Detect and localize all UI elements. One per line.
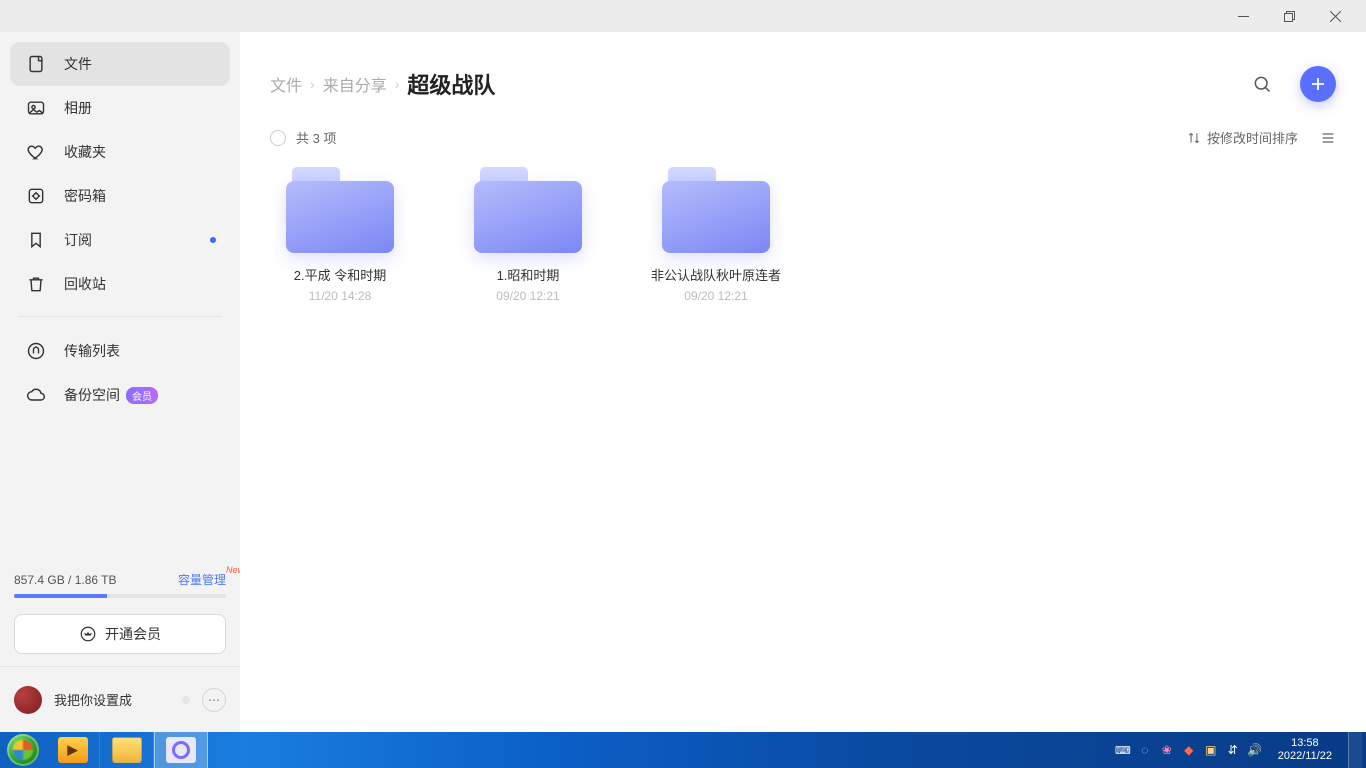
maximize-button[interactable] xyxy=(1266,0,1312,32)
tray-app-icon[interactable]: ▣ xyxy=(1204,743,1218,757)
user-row[interactable]: 我把你设置成 ⋯ xyxy=(0,666,240,732)
tray-icons: ⌨ ◌ ❀ ◆ ▣ ⇵ 🔊 xyxy=(1116,743,1262,757)
sidebar-item-label: 传输列表 xyxy=(64,341,120,361)
sidebar-item-transfer[interactable]: 传输列表 xyxy=(10,329,230,373)
folder-item[interactable]: 2.平成 令和时期 11/20 14:28 xyxy=(270,167,410,303)
folder-icon xyxy=(474,167,582,253)
show-desktop-button[interactable] xyxy=(1348,732,1362,768)
sidebar-item-trash[interactable]: 回收站 xyxy=(10,262,230,306)
user-name: 我把你设置成 xyxy=(54,690,170,709)
chevron-right-icon: › xyxy=(310,76,315,92)
status-dot xyxy=(182,696,190,704)
close-button[interactable] xyxy=(1312,0,1358,32)
crown-icon xyxy=(79,625,97,643)
storage-text: 857.4 GB / 1.86 TB xyxy=(14,573,117,587)
more-button[interactable]: ⋯ xyxy=(202,688,226,712)
sidebar-item-album[interactable]: 相册 xyxy=(10,86,230,130)
files-icon xyxy=(26,54,46,74)
taskbar-app-player[interactable]: ▶ xyxy=(46,732,100,768)
trash-icon xyxy=(26,274,46,294)
sidebar-item-label: 回收站 xyxy=(64,274,106,294)
select-all-checkbox[interactable] xyxy=(270,130,286,146)
folder-name: 1.昭和时期 xyxy=(458,267,598,285)
folder-date: 11/20 14:28 xyxy=(270,289,410,303)
tray-app-icon[interactable]: ❀ xyxy=(1160,743,1174,757)
sort-button[interactable]: 按修改时间排序 xyxy=(1187,128,1298,147)
bookmark-icon xyxy=(26,230,46,250)
item-count: 共 3 项 xyxy=(296,128,336,147)
taskbar-app-explorer[interactable] xyxy=(100,732,154,768)
sidebar-divider xyxy=(18,316,222,317)
folder-date: 09/20 12:21 xyxy=(646,289,786,303)
tray-network-icon[interactable]: ⇵ xyxy=(1226,743,1240,757)
cloud-icon xyxy=(26,385,46,405)
sidebar-item-label: 文件 xyxy=(64,54,92,74)
album-icon xyxy=(26,98,46,118)
folder-grid: 2.平成 令和时期 11/20 14:28 1.昭和时期 09/20 12:21… xyxy=(270,147,1336,303)
vip-badge: 会员 xyxy=(126,387,158,404)
content-area: 文件 › 来自分享 › 超级战队 共 3 项 xyxy=(240,32,1366,732)
sidebar-item-subscribe[interactable]: 订阅 xyxy=(10,218,230,262)
taskbar: ▶ ⌨ ◌ ❀ ◆ ▣ ⇵ 🔊 13:58 2022/11/22 xyxy=(0,732,1366,768)
notification-dot xyxy=(210,237,216,243)
sidebar-item-favorites[interactable]: 收藏夹 xyxy=(10,130,230,174)
search-button[interactable] xyxy=(1244,66,1280,102)
folder-name: 非公认战队秋叶原连者 xyxy=(646,267,786,285)
add-button[interactable] xyxy=(1300,66,1336,102)
sidebar-item-files[interactable]: 文件 xyxy=(10,42,230,86)
breadcrumb: 文件 › 来自分享 › 超级战队 xyxy=(270,68,495,100)
crumb-current: 超级战队 xyxy=(407,68,495,100)
sidebar-item-label: 相册 xyxy=(64,98,92,118)
sidebar-item-label: 订阅 xyxy=(64,230,92,250)
minimize-button[interactable] xyxy=(1220,0,1266,32)
storage-progressbar xyxy=(14,594,226,598)
folder-item[interactable]: 1.昭和时期 09/20 12:21 xyxy=(458,167,598,303)
window-titlebar xyxy=(0,0,1366,32)
sidebar-item-label: 密码箱 xyxy=(64,186,106,206)
sidebar-item-backup[interactable]: 备份空间 会员 xyxy=(10,373,230,417)
taskbar-clock[interactable]: 13:58 2022/11/22 xyxy=(1272,737,1338,763)
tray-spinner-icon[interactable]: ◌ xyxy=(1138,743,1152,757)
folder-name: 2.平成 令和时期 xyxy=(270,267,410,285)
storage-block: 857.4 GB / 1.86 TB 容量管理 New 开通会员 xyxy=(10,571,230,666)
safe-icon xyxy=(26,186,46,206)
folder-icon xyxy=(662,167,770,253)
folder-item[interactable]: 非公认战队秋叶原连者 09/20 12:21 xyxy=(646,167,786,303)
sidebar-item-label: 收藏夹 xyxy=(64,142,106,162)
avatar xyxy=(14,686,42,714)
taskbar-app-current[interactable] xyxy=(154,732,208,768)
sort-icon xyxy=(1187,131,1201,145)
tray-app-icon[interactable]: ◆ xyxy=(1182,743,1196,757)
tray-volume-icon[interactable]: 🔊 xyxy=(1248,743,1262,757)
sidebar: 文件 相册 收藏夹 密码箱 订阅 回收站 传输列表 xyxy=(0,32,240,732)
folder-icon xyxy=(286,167,394,253)
sidebar-item-safe[interactable]: 密码箱 xyxy=(10,174,230,218)
transfer-icon xyxy=(26,341,46,361)
crumb-root[interactable]: 文件 xyxy=(270,72,302,96)
tray-ime-icon[interactable]: ⌨ xyxy=(1116,743,1130,757)
view-toggle-button[interactable] xyxy=(1320,130,1336,146)
crumb-share[interactable]: 来自分享 xyxy=(323,72,387,96)
sidebar-item-label: 备份空间 xyxy=(64,385,120,405)
chevron-right-icon: › xyxy=(395,76,400,92)
heart-icon xyxy=(26,142,46,162)
storage-manage-link[interactable]: 容量管理 New xyxy=(178,571,226,588)
open-vip-button[interactable]: 开通会员 xyxy=(14,614,226,654)
start-button[interactable] xyxy=(0,732,46,768)
folder-date: 09/20 12:21 xyxy=(458,289,598,303)
